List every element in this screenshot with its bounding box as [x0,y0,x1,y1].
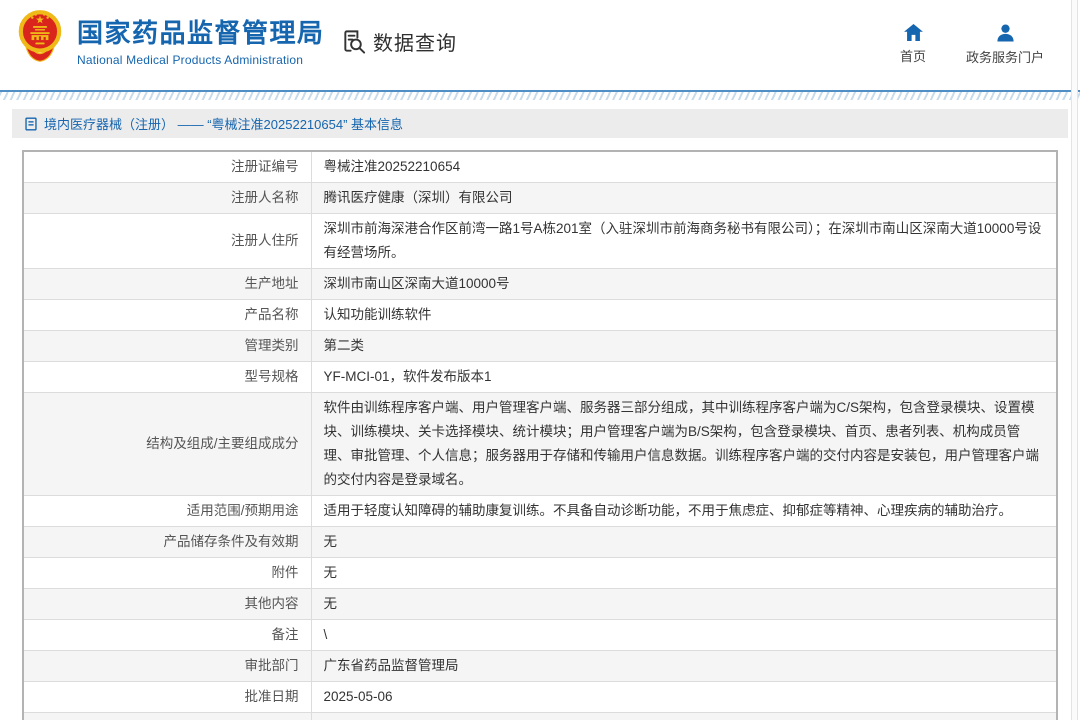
row-label: 注册人住所 [23,214,311,269]
row-value: 无 [311,589,1057,620]
row-label: 产品储存条件及有效期 [23,527,311,558]
row-label: 注册证编号 [23,151,311,183]
row-label: 管理类别 [23,331,311,362]
row-label: 其他内容 [23,589,311,620]
table-row: 型号规格 YF-MCI-01，软件发布版本1 [23,362,1057,393]
document-search-icon [341,28,368,55]
table-row: 结构及组成/主要组成成分 软件由训练程序客户端、用户管理客户端、服务器三部分组成… [23,393,1057,496]
breadcrumb: 境内医疗器械（注册） —— “粤械注准20252210654” 基本信息 [12,109,1068,138]
row-value: 无 [311,527,1057,558]
row-value: 深圳市南山区深南大道10000号 [311,269,1057,300]
row-label: 生效日期 [23,713,311,720]
user-icon [996,24,1015,42]
brand-block: 国家药品监督管理局 National Medical Products Admi… [77,18,325,67]
row-value: 广东省药品监督管理局 [311,651,1057,682]
row-label: 审批部门 [23,651,311,682]
table-row: 备注 \ [23,620,1057,651]
row-value: 2025-05-06 [311,713,1057,720]
national-emblem-icon [17,6,63,66]
row-value: 软件由训练程序客户端、用户管理客户端、服务器三部分组成，其中训练程序客户端为C/… [311,393,1057,496]
row-label: 备注 [23,620,311,651]
page-icon [25,117,37,131]
table-row: 附件 无 [23,558,1057,589]
nav-gov-portal[interactable]: 政务服务门户 [956,24,1054,66]
row-label: 附件 [23,558,311,589]
row-value: 认知功能训练软件 [311,300,1057,331]
table-row: 注册人名称 腾讯医疗健康（深圳）有限公司 [23,183,1057,214]
table-row: 生效日期 2025-05-06 [23,713,1057,720]
table-row: 注册证编号 粤械注准20252210654 [23,151,1057,183]
site-header: 国家药品监督管理局 National Medical Products Admi… [0,0,1080,90]
header-hatch-band [0,92,1080,100]
row-value: 粤械注准20252210654 [311,151,1057,183]
vertical-scrollbar[interactable] [1071,0,1078,720]
table-row: 批准日期 2025-05-06 [23,682,1057,713]
home-icon [904,24,923,41]
row-value: 深圳市前海深港合作区前湾一路1号A栋201室（入驻深圳市前海商务秘书有限公司）；… [311,214,1057,269]
row-value: YF-MCI-01，软件发布版本1 [311,362,1057,393]
table-row: 注册人住所 深圳市前海深港合作区前湾一路1号A栋201室（入驻深圳市前海商务秘书… [23,214,1057,269]
table-row: 审批部门 广东省药品监督管理局 [23,651,1057,682]
row-label: 适用范围/预期用途 [23,496,311,527]
nmpa-logo[interactable] [17,6,63,66]
nav-gov-portal-label: 政务服务门户 [966,47,1044,66]
nav-home[interactable]: 首页 [886,24,940,65]
row-label: 生产地址 [23,269,311,300]
row-label: 结构及组成/主要组成成分 [23,393,311,496]
row-value: 无 [311,558,1057,589]
registration-detail-table: 注册证编号 粤械注准20252210654 注册人名称 腾讯医疗健康（深圳）有限… [22,150,1058,720]
data-query-section[interactable]: 数据查询 [341,27,457,56]
row-label: 型号规格 [23,362,311,393]
nav-home-label: 首页 [900,46,926,65]
row-label: 批准日期 [23,682,311,713]
site-title: 国家药品监督管理局 [77,18,325,48]
site-subtitle: National Medical Products Administration [77,53,325,67]
table-row: 生产地址 深圳市南山区深南大道10000号 [23,269,1057,300]
table-row: 其他内容 无 [23,589,1057,620]
row-value: \ [311,620,1057,651]
data-query-label: 数据查询 [373,27,457,56]
breadcrumb-text: 境内医疗器械（注册） —— “粤械注准20252210654” 基本信息 [44,114,403,133]
row-value: 第二类 [311,331,1057,362]
row-label: 产品名称 [23,300,311,331]
table-row: 适用范围/预期用途 适用于轻度认知障碍的辅助康复训练。不具备自动诊断功能，不用于… [23,496,1057,527]
row-value: 2025-05-06 [311,682,1057,713]
registration-table-body: 注册证编号 粤械注准20252210654 注册人名称 腾讯医疗健康（深圳）有限… [23,151,1057,720]
row-value: 腾讯医疗健康（深圳）有限公司 [311,183,1057,214]
table-row: 管理类别 第二类 [23,331,1057,362]
table-row: 产品储存条件及有效期 无 [23,527,1057,558]
row-label: 注册人名称 [23,183,311,214]
row-value: 适用于轻度认知障碍的辅助康复训练。不具备自动诊断功能，不用于焦虑症、抑郁症等精神… [311,496,1057,527]
table-row: 产品名称 认知功能训练软件 [23,300,1057,331]
